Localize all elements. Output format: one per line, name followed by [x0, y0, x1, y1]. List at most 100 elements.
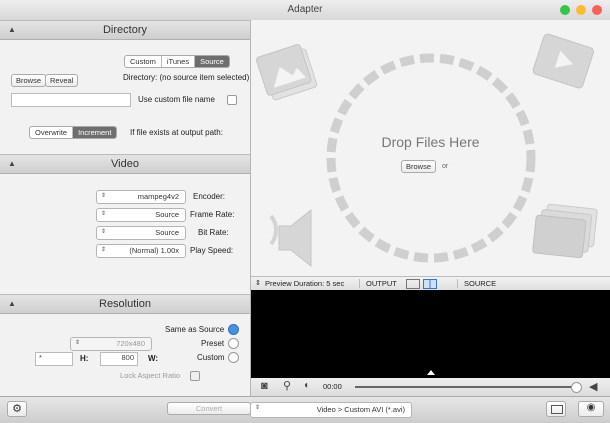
preset-radio[interactable] [228, 338, 239, 349]
tab-output[interactable]: OUTPUT [359, 279, 397, 288]
lock-aspect-label: Lock Aspect Ratio [120, 371, 181, 380]
height-label: H: [80, 354, 89, 363]
updown-arrows-icon: ⇕ [101, 247, 107, 253]
tab-source[interactable]: Source [194, 56, 229, 67]
reveal-button[interactable]: Reveal [45, 74, 79, 87]
scrubber-track[interactable] [355, 386, 577, 388]
popup-value: Source [155, 228, 179, 237]
encoder-popup[interactable]: ⇕ mampeg4v2 [96, 190, 186, 204]
duration-label-text: Preview Duration: [265, 279, 325, 288]
section-title: Directory [102, 24, 147, 36]
player-controls: ◙ ⚲ ◖ 00:00 ◀ [251, 378, 610, 396]
updown-arrows-icon: ⇕ [101, 229, 107, 235]
popup-value: Source [155, 210, 179, 219]
frame-rate-popup[interactable]: ⇕ Source [96, 208, 186, 222]
volume-icon[interactable]: ◖ [303, 380, 309, 391]
video-preview [251, 290, 610, 378]
format-popup[interactable]: ⇕ Video > Custom AVI (*.avi) [250, 402, 412, 418]
preview-marker[interactable] [427, 370, 435, 375]
encoder-label: Encoder: [193, 192, 226, 201]
drop-zone[interactable]: Drop Files Here or Browse [251, 20, 610, 276]
same-as-source-radio[interactable] [228, 324, 239, 335]
image-file-icon [255, 44, 318, 101]
exists-label: If file exists at output path: [130, 128, 223, 137]
section-title: Resolution [99, 298, 151, 310]
width-value: 800 [121, 353, 134, 362]
drop-or: or [442, 163, 449, 170]
option-increment[interactable]: Increment [72, 127, 117, 138]
main-area: Drop Files Here or Browse ⇕ Preview Dura… [251, 20, 610, 396]
settings-panel: ▲ Directory Custom iTunes Source Directo… [0, 20, 251, 396]
height-value: * [39, 353, 42, 362]
bottom-bar: ⚙ Convert ⇕ Video > Custom AVI (*.avi) ◉ [0, 396, 610, 423]
drop-title: Drop Files Here [381, 134, 480, 150]
directory-tabs: Custom iTunes Source [124, 55, 230, 68]
custom-file-name-input[interactable] [11, 93, 131, 107]
resolution-header[interactable]: ▲ Resolution [0, 294, 250, 314]
directory-label: Directory: [123, 73, 158, 82]
window-controls [560, 5, 602, 15]
current-time: 00:00 [323, 382, 342, 391]
play-speed-label: Play Speed: [190, 246, 234, 255]
video-file-icon [532, 33, 594, 89]
preview-duration-label: Preview Duration: 5 sec [265, 279, 344, 288]
height-input[interactable]: * [35, 352, 73, 366]
same-as-source-label: Same as Source [165, 325, 225, 334]
browse-button[interactable]: Browse [11, 74, 47, 87]
title-bar: Adapter [0, 0, 610, 21]
minimize-button[interactable] [576, 5, 586, 15]
exists-options: Overwrite Increment [29, 126, 118, 139]
play-icon[interactable]: ◀ [589, 380, 597, 393]
updown-arrows-icon: ⇕ [101, 211, 107, 217]
updown-arrows-icon[interactable]: ⇕ [255, 279, 261, 287]
custom-label: Custom [197, 353, 225, 362]
bit-rate-popup[interactable]: ⇕ Source [96, 226, 186, 240]
tab-itunes[interactable]: iTunes [160, 56, 194, 67]
film-stack-icon [532, 203, 598, 259]
duration-value[interactable]: 5 sec [326, 279, 344, 288]
frame-rate-label: Frame Rate: [190, 210, 235, 219]
popup-value: mampeg4v2 [137, 192, 179, 201]
audio-file-icon [269, 208, 312, 268]
split-view-icon[interactable] [406, 279, 420, 289]
camera-icon[interactable]: ◙ [261, 380, 268, 392]
directory-label-row: Directory: (no source item selected) [123, 73, 249, 82]
log-icon [551, 405, 563, 414]
width-label: W: [148, 354, 159, 363]
updown-arrows-icon: ⇕ [101, 193, 107, 199]
preview-toggle-button[interactable]: ◉ [578, 401, 604, 417]
custom-file-name-checkbox[interactable] [227, 95, 237, 105]
preset-popup[interactable]: ⇕ 720x480 [70, 337, 152, 351]
lock-aspect-checkbox[interactable] [190, 371, 200, 381]
bit-rate-label: Bit Rate: [198, 228, 229, 237]
updown-arrows-icon: ⇕ [255, 405, 261, 411]
custom-radio[interactable] [228, 352, 239, 363]
popup-value: Video > Custom AVI (*.avi) [316, 405, 405, 414]
directory-header[interactable]: ▲ Directory [0, 20, 250, 40]
window-title: Adapter [287, 4, 323, 15]
tab-source[interactable]: SOURCE [457, 279, 496, 288]
play-speed-popup[interactable]: ⇕ (Normal) 1.00x [96, 244, 186, 258]
popup-value: (Normal) 1.00x [129, 246, 179, 255]
option-overwrite[interactable]: Overwrite [30, 127, 72, 138]
custom-file-name-label: Use custom file name [138, 95, 215, 104]
eye-icon: ◉ [586, 402, 596, 413]
gear-icon: ⚙ [12, 403, 22, 415]
log-button[interactable] [546, 401, 566, 417]
video-header[interactable]: ▲ Video [0, 154, 250, 174]
magnifier-icon[interactable]: ⚲ [283, 379, 291, 392]
section-title: Video [111, 158, 139, 170]
directory-value: (no source item selected) [159, 73, 250, 82]
updown-arrows-icon: ⇕ [75, 340, 81, 346]
popup-value: 720x480 [116, 339, 145, 348]
convert-button[interactable]: Convert [167, 402, 251, 415]
width-input[interactable]: 800 [100, 352, 138, 366]
settings-gear-button[interactable]: ⚙ [7, 401, 27, 417]
side-by-side-icon[interactable] [423, 279, 437, 289]
preset-label: Preset [201, 339, 225, 348]
scrubber-knob[interactable] [571, 382, 582, 393]
drop-browse-button[interactable]: Browse [401, 160, 437, 173]
tab-custom[interactable]: Custom [125, 56, 161, 67]
zoom-button[interactable] [560, 5, 570, 15]
close-button[interactable] [592, 5, 602, 15]
